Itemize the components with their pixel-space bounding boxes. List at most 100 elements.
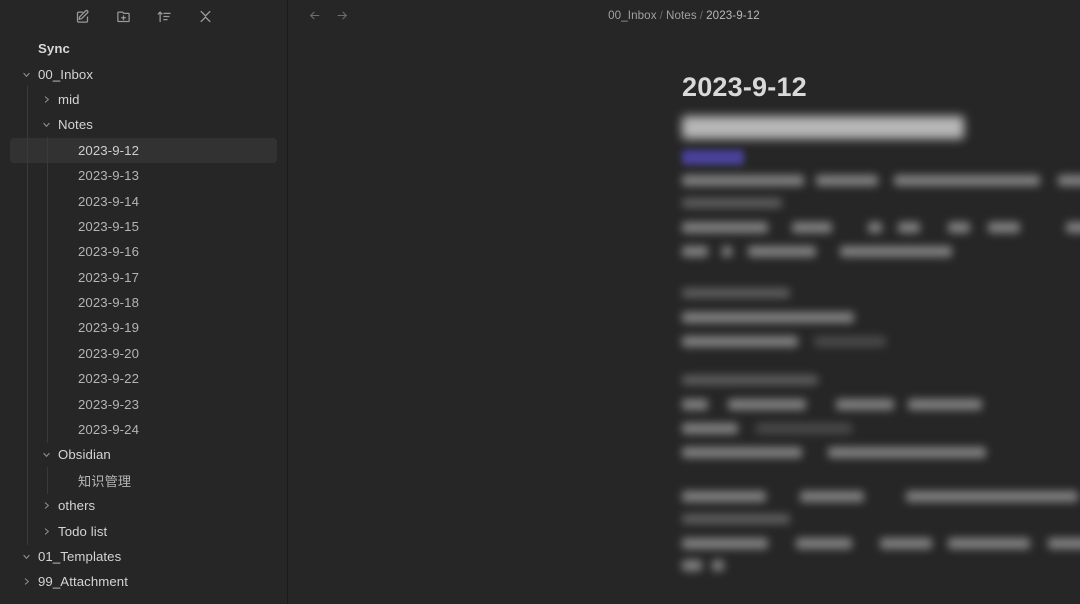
blurred-text-fragment xyxy=(800,491,864,502)
tree-file-item[interactable]: 2023-9-19 xyxy=(10,314,277,342)
collapse-all-icon[interactable] xyxy=(194,5,216,27)
forward-arrow-icon[interactable] xyxy=(333,6,351,24)
blurred-text-fragment xyxy=(682,222,768,233)
tree-file-item[interactable]: 2023-9-23 xyxy=(10,390,277,418)
blurred-text-fragment xyxy=(682,116,964,139)
tree-item-label: 2023-9-13 xyxy=(78,168,140,184)
tree-folder-item[interactable]: mid xyxy=(10,85,277,114)
breadcrumb-part[interactable]: 00_Inbox xyxy=(608,9,657,22)
tree-file-item[interactable]: 2023-9-20 xyxy=(10,339,277,368)
tree-folder-item[interactable]: 00_Inbox xyxy=(10,61,277,86)
blurred-text-fragment xyxy=(722,246,732,257)
blurred-text-fragment xyxy=(682,423,738,434)
tree-folder-item[interactable]: others xyxy=(10,492,277,520)
tree-item-label: 2023-9-18 xyxy=(78,295,140,311)
tree-item-label: 00_Inbox xyxy=(38,66,94,82)
blurred-text-fragment xyxy=(792,222,832,233)
blurred-text-fragment xyxy=(682,538,768,549)
blurred-text-fragment xyxy=(840,246,952,257)
blurred-text-fragment xyxy=(898,222,920,233)
blurred-text-fragment xyxy=(682,175,804,186)
blurred-text-fragment xyxy=(906,491,1078,502)
back-arrow-icon[interactable] xyxy=(305,6,323,24)
chevron-right-icon[interactable] xyxy=(38,91,55,108)
blurred-text-fragment xyxy=(682,288,790,298)
tree-folder-item[interactable]: 99_Attachment xyxy=(10,569,277,594)
note-body: 2023-9-12 xyxy=(288,30,1080,571)
blurred-text-fragment xyxy=(868,222,882,233)
file-explorer-toolbar xyxy=(0,0,287,30)
blurred-text-fragment xyxy=(948,538,1030,549)
tree-item-label: others xyxy=(58,498,96,514)
tree-file-item[interactable]: 知识管理 xyxy=(10,466,277,495)
tree-folder-item[interactable]: Obsidian xyxy=(10,441,277,469)
sort-icon[interactable] xyxy=(153,5,175,27)
tree-folder-item[interactable]: 01_Templates xyxy=(10,544,277,569)
blurred-text-fragment xyxy=(682,447,802,458)
tree-folder-item[interactable]: Sync xyxy=(10,36,277,61)
chevron-right-icon[interactable] xyxy=(38,497,55,514)
note-editor-pane: 00_Inbox / Notes/2023-9-12 2023-9-12 xyxy=(288,0,1080,604)
tree-file-item[interactable]: 2023-9-18 xyxy=(10,288,277,317)
tree-item-label: 2023-9-22 xyxy=(78,371,140,387)
chevron-right-icon[interactable] xyxy=(18,573,35,590)
tree-folder-item[interactable]: Notes xyxy=(10,111,277,139)
editor-header: 00_Inbox / Notes/2023-9-12 xyxy=(288,0,1080,30)
chevron-down-icon[interactable] xyxy=(18,548,35,565)
tree-item-label: 2023-9-20 xyxy=(78,345,140,361)
blurred-text-fragment xyxy=(948,222,970,233)
chevron-right-icon[interactable] xyxy=(38,523,55,540)
blurred-text-fragment xyxy=(880,538,932,549)
blurred-text-fragment xyxy=(682,198,782,208)
tree-file-item[interactable]: 2023-9-12 xyxy=(10,136,277,164)
new-note-icon[interactable] xyxy=(71,5,93,27)
blurred-text-fragment xyxy=(796,538,852,549)
blurred-text-fragment xyxy=(682,399,708,410)
tree-file-item[interactable]: 2023-9-13 xyxy=(10,161,277,190)
tree-item-label: Sync xyxy=(38,41,70,57)
blurred-text-fragment xyxy=(682,491,766,502)
blurred-tag xyxy=(682,150,744,165)
tree-item-label: 2023-9-17 xyxy=(78,269,140,285)
blurred-text-fragment xyxy=(682,312,854,323)
file-explorer-sidebar: Sync 00_Inboxmid Notes 2023-9-12 2023-9-13 20… xyxy=(0,0,288,604)
note-scroll-container[interactable]: 2023-9-12 xyxy=(288,30,1080,604)
file-tree[interactable]: Sync 00_Inboxmid Notes 2023-9-12 2023-9-13 20… xyxy=(0,30,287,604)
blurred-text-fragment xyxy=(828,447,986,458)
blurred-text-fragment xyxy=(682,336,798,347)
tree-folder-item[interactable]: Todo list xyxy=(10,517,277,545)
tree-file-item[interactable]: 2023-9-17 xyxy=(10,263,277,291)
tree-item-label: mid xyxy=(58,91,80,107)
blurred-text-fragment xyxy=(1066,222,1080,233)
navigation-arrows xyxy=(288,6,351,24)
chevron-down-icon[interactable] xyxy=(38,116,55,133)
blurred-text-fragment xyxy=(682,375,818,385)
tree-file-item[interactable]: 2023-9-16 xyxy=(10,238,277,266)
tree-item-label: Notes xyxy=(58,117,93,133)
chevron-down-icon[interactable] xyxy=(18,66,35,83)
new-folder-icon[interactable] xyxy=(112,5,134,27)
breadcrumb-separator: / xyxy=(699,8,704,22)
tree-file-item[interactable]: 2023-9-15 xyxy=(10,212,277,241)
tree-item-label: 2023-9-19 xyxy=(78,320,140,336)
tree-item-label: 2023-9-24 xyxy=(78,422,140,438)
breadcrumb-part[interactable]: Notes xyxy=(666,9,697,22)
blurred-text-fragment xyxy=(814,336,886,347)
tree-item-label: 2023-9-15 xyxy=(78,218,140,234)
blurred-text-fragment xyxy=(1058,175,1080,186)
blurred-text-fragment xyxy=(1048,538,1080,549)
chevron-down-icon[interactable] xyxy=(38,446,55,463)
note-title: 2023-9-12 xyxy=(682,72,807,102)
breadcrumb-part[interactable]: 2023-9-12 xyxy=(706,9,760,22)
tree-file-item[interactable]: 2023-9-24 xyxy=(10,415,277,444)
blurred-text-fragment xyxy=(682,514,790,524)
blurred-text-fragment xyxy=(756,423,852,434)
tree-item-label: 知识管理 xyxy=(78,473,132,489)
blurred-text-fragment xyxy=(908,399,982,410)
blurred-text-fragment xyxy=(682,560,702,571)
tree-item-label: 2023-9-16 xyxy=(78,244,140,260)
tree-file-item[interactable]: 2023-9-22 xyxy=(10,365,277,393)
blurred-text-fragment xyxy=(988,222,1020,233)
blurred-text-fragment xyxy=(816,175,878,186)
tree-file-item[interactable]: 2023-9-14 xyxy=(10,187,277,215)
